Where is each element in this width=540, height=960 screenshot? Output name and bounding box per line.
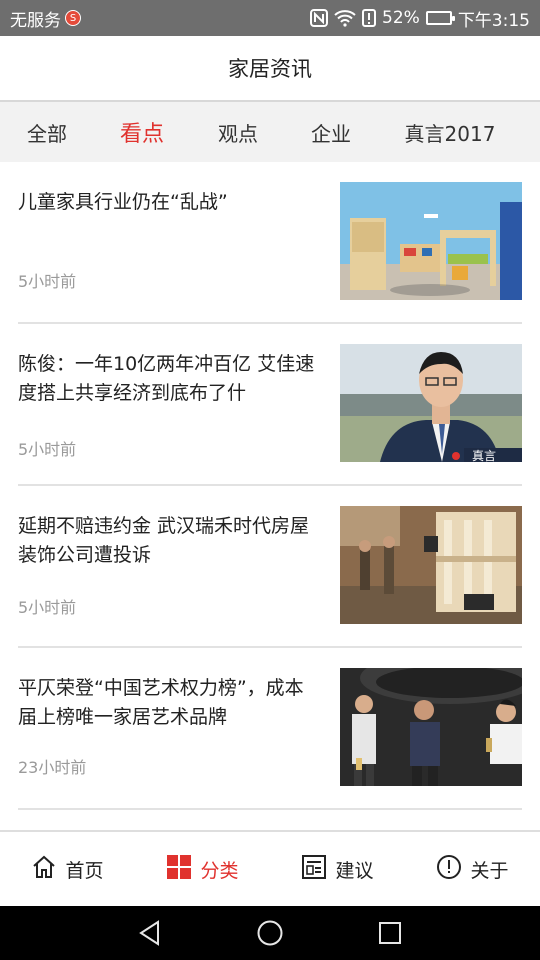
- news-time: 5小时前: [18, 598, 77, 617]
- page-title: 家居资讯: [228, 57, 312, 81]
- nav-home-label: 首页: [65, 859, 104, 882]
- recents-icon[interactable]: [370, 913, 410, 953]
- info-icon: [436, 854, 462, 885]
- news-title: 陈俊：一年10亿两年冲百亿 艾佳速度搭上共享经济到底布了什: [18, 353, 315, 404]
- news-time: 23小时前: [18, 758, 87, 777]
- news-thumbnail-showroom: [340, 506, 522, 624]
- nav-category[interactable]: 分类: [135, 832, 270, 906]
- battery-icon: [425, 11, 455, 25]
- wifi-icon: [334, 9, 356, 27]
- news-item[interactable]: 延期不赔违约金 武汉瑞禾时代房屋装饰公司遭投诉 5小时前: [18, 486, 522, 648]
- nfc-icon: [310, 9, 329, 27]
- alert-icon: [362, 9, 377, 27]
- category-tabs: 全部 看点 观点 企业 真言2017: [0, 102, 540, 162]
- tab-highlights[interactable]: 看点: [84, 116, 200, 148]
- news-thumbnail-portrait: 真言: [340, 344, 522, 462]
- status-icons: 52% 下午3:15: [310, 6, 530, 31]
- news-title: 儿童家具行业仍在“乱战”: [18, 191, 228, 213]
- news-item[interactable]: 陈俊：一年10亿两年冲百亿 艾佳速度搭上共享经济到底布了什 5小时前 真言: [18, 324, 522, 486]
- home-circle-icon[interactable]: [250, 913, 290, 953]
- news-thumbnail-kids-room: [340, 182, 522, 300]
- news-time: 5小时前: [18, 440, 77, 459]
- news-title: 延期不赔违约金 武汉瑞禾时代房屋装饰公司遭投诉: [18, 515, 310, 566]
- app-header: 家居资讯: [0, 36, 540, 102]
- feedback-icon: [301, 854, 327, 885]
- carrier-app-icon: S: [65, 10, 81, 26]
- news-list: 儿童家具行业仍在“乱战” 5小时前 陈俊：一年10亿两年冲百亿 艾佳速度搭上共享…: [0, 162, 540, 810]
- nav-about[interactable]: 关于: [405, 832, 540, 906]
- nav-about-label: 关于: [470, 859, 509, 882]
- news-thumbnail-award-stage: [340, 668, 522, 786]
- tab-opinions[interactable]: 观点: [200, 118, 276, 147]
- bottom-nav: 首页 分类 建议 关于: [0, 830, 540, 906]
- news-time: 5小时前: [18, 272, 77, 291]
- tab-zhenyan-2017[interactable]: 真言2017: [386, 118, 514, 147]
- system-nav-bar: [0, 906, 540, 960]
- thumbnail-badge-text: 真言: [472, 449, 496, 462]
- nav-category-label: 分类: [200, 859, 239, 882]
- battery-percent: 52%: [382, 8, 420, 28]
- grid-icon: [166, 854, 192, 885]
- tab-all[interactable]: 全部: [10, 118, 84, 147]
- carrier-group: 无服务 S: [10, 6, 81, 31]
- news-item[interactable]: 儿童家具行业仍在“乱战” 5小时前: [18, 162, 522, 324]
- home-icon: [31, 854, 57, 885]
- carrier-label: 无服务: [10, 10, 61, 31]
- nav-suggestion-label: 建议: [335, 859, 374, 882]
- nav-suggestion[interactable]: 建议: [270, 832, 405, 906]
- back-icon[interactable]: [130, 913, 170, 953]
- news-title: 平仄荣登“中国艺术权力榜”，成本届上榜唯一家居艺术品牌: [18, 677, 304, 728]
- status-bar: 无服务 S 52% 下午3:15: [0, 0, 540, 36]
- tab-enterprise[interactable]: 企业: [276, 118, 386, 147]
- nav-home[interactable]: 首页: [0, 832, 135, 906]
- news-item[interactable]: 平仄荣登“中国艺术权力榜”，成本届上榜唯一家居艺术品牌 23小时前: [18, 648, 522, 810]
- clock: 下午3:15: [457, 10, 530, 31]
